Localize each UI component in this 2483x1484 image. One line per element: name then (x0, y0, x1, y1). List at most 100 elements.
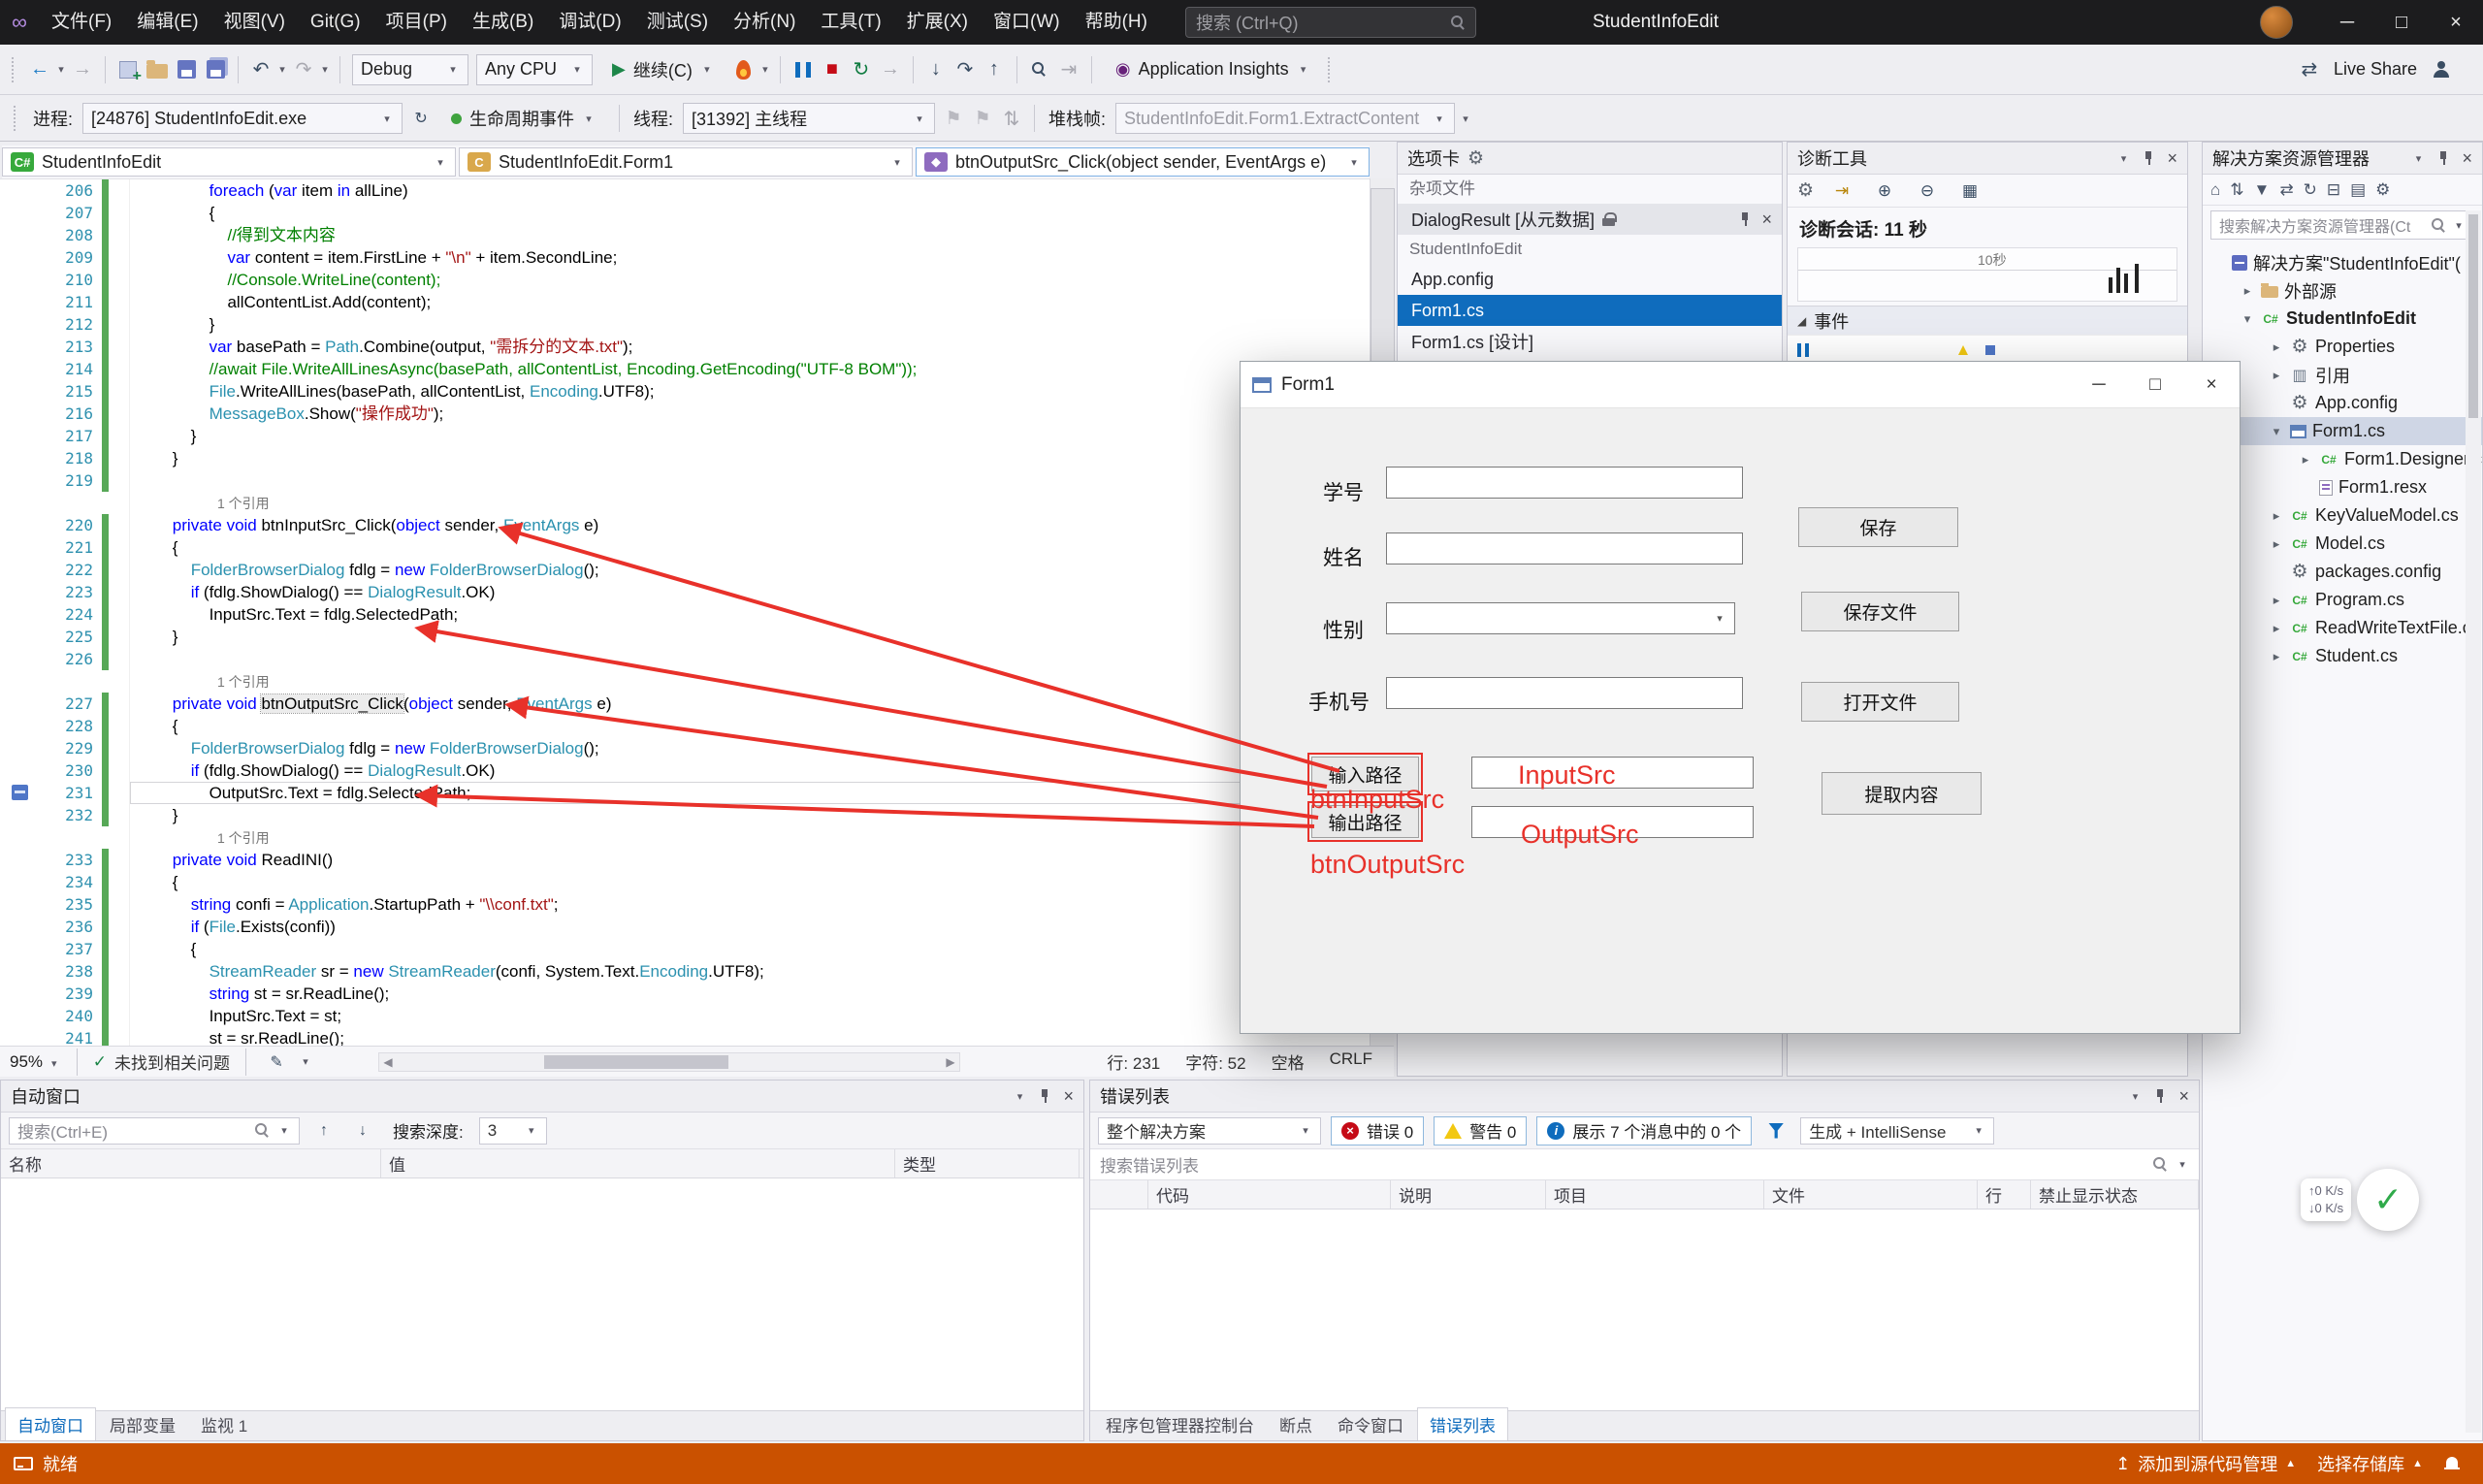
code-line[interactable]: 239 string st = sr.ReadLine(); (0, 983, 1370, 1005)
diagnostics-pin-icon[interactable] (2142, 150, 2155, 166)
column-header[interactable]: 项目 (1546, 1180, 1764, 1209)
tree-item[interactable]: ▸KeyValueModel.cs (2203, 501, 2482, 530)
solution-search-box[interactable]: 搜索解决方案资源管理器(Ct ▾ (2210, 210, 2474, 240)
code-line[interactable]: 216 MessageBox.Show("操作成功"); (0, 403, 1370, 425)
close-tab-icon[interactable]: × (1761, 210, 1772, 230)
pin-tab-icon[interactable] (1738, 211, 1752, 227)
tabs-settings-gear-icon[interactable]: ⚙ (1467, 147, 1484, 170)
navigate-backward-menu-icon[interactable]: ▾ (54, 63, 68, 76)
code-line[interactable]: 231 OutputSrc.Text = fdlg.SelectedPath; (0, 782, 1370, 804)
diagnostics-settings-icon[interactable]: ⚙ (1797, 179, 1814, 202)
add-to-source-control-button[interactable]: ↥ 添加到源代码管理 ▲ (2115, 1451, 2296, 1476)
menu-item[interactable]: 生成(B) (460, 0, 546, 45)
feedback-icon[interactable] (2427, 54, 2456, 85)
menu-item[interactable]: 帮助(H) (1073, 0, 1160, 45)
input-path-textbox[interactable] (1471, 757, 1754, 789)
pending-changes-filter-icon[interactable]: ▼ (2254, 180, 2271, 200)
error-source-combo[interactable]: 生成 + IntelliSense ▾ (1800, 1117, 1994, 1145)
phone-input[interactable] (1386, 677, 1743, 709)
flag-current-thread-icon[interactable]: ⚑ (939, 103, 968, 134)
code-line[interactable]: 207 { (0, 202, 1370, 224)
code-line[interactable]: 229 FolderBrowserDialog fdlg = new Folde… (0, 737, 1370, 759)
continue-button[interactable]: ▶ 继续(C) ▾ (602, 53, 724, 86)
member-dropdown[interactable]: ◆ btnOutputSrc_Click(object sender, Even… (916, 147, 1370, 177)
codelens-references-label[interactable]: 1 个引用 (217, 674, 270, 690)
extract-content-button[interactable]: 提取内容 (1822, 772, 1982, 815)
user-avatar[interactable] (2260, 6, 2293, 39)
code-line[interactable]: 235 string confi = Application.StartupPa… (0, 893, 1370, 916)
undo-menu-icon[interactable]: ▾ (275, 63, 289, 76)
code-line[interactable]: 208 //得到文本内容 (0, 224, 1370, 246)
step-out-icon[interactable]: ↑ (980, 54, 1009, 85)
panel-tab[interactable]: 命令窗口 (1326, 1408, 1415, 1440)
code-line[interactable]: 214 //await File.WriteAllLinesAsync(base… (0, 358, 1370, 380)
navigate-to-icon[interactable]: ⇥ (1054, 54, 1083, 85)
panel-tab[interactable]: 错误列表 (1417, 1407, 1508, 1440)
column-header[interactable]: 代码 (1148, 1180, 1391, 1209)
events-pause-icon[interactable] (1797, 343, 1809, 357)
column-header[interactable]: 行 (1978, 1180, 2031, 1209)
panel-tab[interactable]: 断点 (1268, 1408, 1324, 1440)
search-depth-combo[interactable]: 3 ▾ (479, 1117, 547, 1145)
toolbar-grip[interactable] (12, 57, 17, 82)
code-line[interactable]: 240 InputSrc.Text = st; (0, 1005, 1370, 1027)
column-header[interactable]: 名称 (1, 1149, 381, 1178)
flag-all-threads-icon[interactable]: ⚑ (968, 103, 997, 134)
find-in-files-icon[interactable] (1025, 54, 1054, 85)
search-down-icon[interactable]: ↓ (348, 1115, 377, 1146)
form1-maximize-button[interactable]: □ (2127, 362, 2183, 408)
solution-explorer-scrollbar[interactable] (2466, 210, 2481, 1433)
error-list-pin-icon[interactable] (2153, 1088, 2167, 1104)
scroll-right-icon[interactable]: ▶ (942, 1055, 959, 1069)
chevron-collapsed-icon[interactable]: ▸ (2240, 283, 2255, 299)
document-tab[interactable]: Form1.cs [设计] (1398, 326, 1782, 357)
document-tab[interactable]: App.config (1398, 264, 1782, 295)
autos-grid-body[interactable] (1, 1178, 1083, 1410)
code-line[interactable]: 213 var basePath = Path.Combine(output, … (0, 336, 1370, 358)
autos-menu-icon[interactable]: ▾ (1013, 1090, 1026, 1103)
break-all-icon[interactable] (789, 54, 818, 85)
lifecycle-events-button[interactable]: 生命周期事件 ▾ (441, 102, 605, 135)
bookmark-icon[interactable] (12, 785, 28, 800)
codelens-references-label[interactable]: 1 个引用 (217, 830, 270, 846)
menu-item[interactable]: 编辑(E) (124, 0, 210, 45)
code-line[interactable]: 224 InputSrc.Text = fdlg.SelectedPath; (0, 603, 1370, 626)
menu-item[interactable]: 扩展(X) (894, 0, 981, 45)
toolbar-grip-2[interactable] (1328, 57, 1334, 82)
warnings-filter-button[interactable]: 警告 0 (1434, 1116, 1527, 1145)
solution-platform-combo[interactable]: Any CPU▾ (476, 54, 593, 85)
code-line[interactable]: 210 //Console.WriteLine(content); (0, 269, 1370, 291)
form1-close-button[interactable]: × (2183, 362, 2240, 408)
error-scope-combo[interactable]: 整个解决方案 ▾ (1098, 1117, 1321, 1145)
tree-item[interactable]: ▸⚙Properties (2203, 333, 2482, 361)
code-editor[interactable]: 206 foreach (var item in allLine)207 {20… (0, 178, 1370, 1046)
search-up-icon[interactable]: ↑ (309, 1115, 339, 1146)
code-line[interactable]: 218 } (0, 447, 1370, 469)
code-line[interactable]: 219 (0, 469, 1370, 492)
panel-tab[interactable]: 局部变量 (98, 1408, 187, 1440)
process-refresh-icon[interactable]: ↻ (406, 103, 435, 134)
collapse-all-icon[interactable]: ⊟ (2327, 180, 2340, 200)
maximize-button[interactable]: □ (2374, 0, 2429, 45)
show-all-files-icon[interactable]: ▤ (2350, 180, 2366, 200)
undo-icon[interactable]: ↶ (246, 54, 275, 85)
code-line[interactable]: 232 } (0, 804, 1370, 826)
error-list-close-icon[interactable]: × (2178, 1086, 2189, 1107)
autos-pin-icon[interactable] (1038, 1088, 1051, 1104)
step-into-icon[interactable]: ↓ (921, 54, 951, 85)
switch-views-icon[interactable]: ⇅ (2230, 180, 2243, 200)
background-tasks-icon[interactable] (14, 1457, 33, 1470)
health-indicator-label[interactable]: 未找到相关问题 (114, 1049, 230, 1074)
diagnostics-timeline[interactable]: 10秒 (1797, 247, 2177, 302)
output-path-textbox[interactable] (1471, 806, 1754, 838)
code-cleanup-icon[interactable]: ✎ (262, 1047, 291, 1078)
restart-icon[interactable]: ↻ (847, 54, 876, 85)
chevron-collapsed-icon[interactable]: ▸ (2269, 649, 2284, 664)
zoom-dropdown[interactable]: 95% ▾ (10, 1052, 61, 1072)
code-line[interactable]: 227 private void btnOutputSrc_Click(obje… (0, 693, 1370, 715)
indentation-indicator[interactable]: 空格 (1272, 1049, 1305, 1074)
student-id-input[interactable] (1386, 467, 1743, 499)
new-project-icon[interactable] (113, 54, 143, 85)
error-grid-body[interactable] (1090, 1210, 2199, 1410)
code-line[interactable]: 225 } (0, 626, 1370, 648)
